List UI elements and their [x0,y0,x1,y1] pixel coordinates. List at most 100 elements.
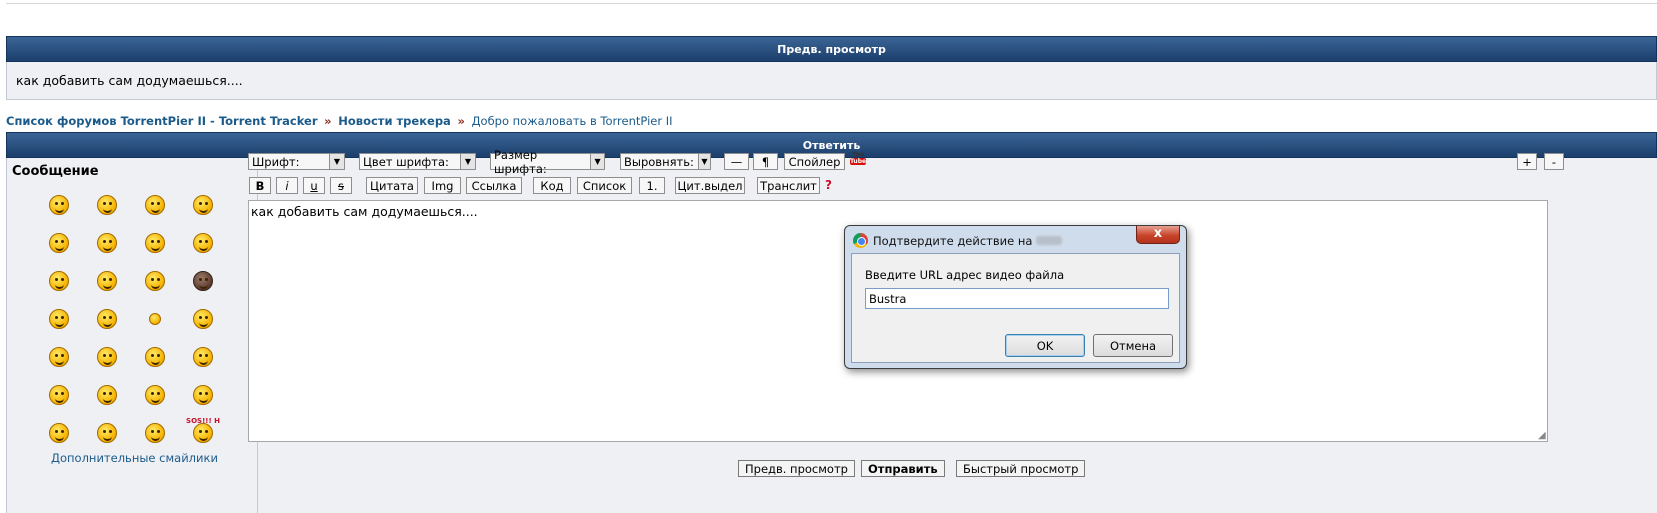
bold-button[interactable]: B [249,177,271,194]
align-select-label: Выровнять: [624,154,694,169]
smiley-icon[interactable] [35,346,83,368]
smiley-icon[interactable] [35,270,83,292]
resize-grip-icon[interactable]: ◢ [1538,430,1548,441]
smiley-face-icon [49,233,69,253]
smiley-icon[interactable] [83,308,131,330]
smiley-icon[interactable] [131,232,179,254]
smiley-face-icon [145,195,165,215]
smiley-face-icon [145,423,165,443]
smiley-face-icon [49,271,69,291]
breadcrumb-section-link[interactable]: Новости трекера [338,114,451,128]
translit-button[interactable]: Транслит [757,177,820,194]
help-icon[interactable]: ? [825,178,832,192]
smiley-icon[interactable] [179,194,227,216]
font-color-select[interactable]: Цвет шрифта: ▼ [359,153,476,170]
message-label: Сообщение [12,164,99,179]
youtube-icon-you: You [851,151,865,158]
smiley-icon[interactable] [35,384,83,406]
sos-sign-text: SOS!!! H [186,417,220,425]
breadcrumb-separator: » [324,114,332,128]
sign-smiley-icon[interactable] [35,422,83,444]
smiley-icon[interactable] [83,232,131,254]
smiley-face-icon [145,385,165,405]
quote-button[interactable]: Цитата [366,177,418,194]
shrink-editor-button[interactable]: - [1544,153,1564,170]
smiley-icon[interactable] [179,232,227,254]
smiley-face-icon [193,271,213,291]
chevron-down-icon: ▼ [697,154,710,169]
breadcrumb-separator: » [457,114,465,128]
smiley-icon[interactable] [83,194,131,216]
sos-smiley-icon[interactable]: SOS!!! H [179,417,227,444]
italic-button[interactable]: i [276,177,298,194]
chevron-down-icon: ▼ [329,154,344,169]
hr-button[interactable]: — [724,153,749,170]
smiley-face-icon [97,385,117,405]
chevron-down-icon: ▼ [590,154,604,169]
smiley-icon[interactable] [35,194,83,216]
strike-button[interactable]: s [330,177,352,194]
smiley-face-icon [145,347,165,367]
font-select-label: Шрифт: [252,154,300,169]
smiley-icon[interactable] [35,232,83,254]
close-button[interactable]: x [1136,226,1180,244]
preview-button[interactable]: Предв. просмотр [738,460,855,477]
spoiler-button[interactable]: Спойлер [784,153,845,170]
dialog-title-text: Подтвердите действие на [873,233,1033,248]
smiley-face-icon [97,309,117,329]
close-icon: x [1153,226,1163,241]
dialog-title: Подтвердите действие на [853,233,1063,248]
smiley-icon[interactable] [131,194,179,216]
smiley-icon[interactable] [83,384,131,406]
url-prompt-dialog: Подтвердите действие на x Введите URL ад… [844,225,1187,369]
more-smilies-link[interactable]: Дополнительные смайлики [51,451,218,465]
quote-selected-button[interactable]: Цит.выдел [675,177,745,194]
arrow-smiley-icon[interactable] [179,346,227,368]
smiley-icon[interactable] [131,270,179,292]
dialog-prompt: Введите URL адрес видео файла [865,268,1065,282]
preview-header: Предв. просмотр [6,36,1657,62]
youtube-icon[interactable]: You Tube [850,151,866,168]
dark-smiley-icon[interactable] [179,270,227,292]
video-url-input[interactable] [865,288,1169,309]
smiley-icon[interactable] [179,384,227,406]
underline-button[interactable]: u [303,177,325,194]
code-button[interactable]: Код [533,177,571,194]
list-item-button[interactable]: 1. [639,177,665,194]
img-button[interactable]: Img [424,177,461,194]
smiley-icon[interactable] [83,270,131,292]
breadcrumb-forum-list-link[interactable]: Список форумов TorrentPier II - Torrent … [6,114,318,128]
ok-button[interactable]: OK [1005,334,1085,357]
submit-button[interactable]: Отправить [861,460,945,477]
smilies-column: Сообщение SOS!!! H Дополнительные смайли… [7,158,258,513]
smiley-face-icon [97,347,117,367]
smiley-face-icon [193,423,213,443]
smiley-icon[interactable] [131,384,179,406]
font-select[interactable]: Шрифт: ▼ [248,153,345,170]
smiley-face-icon [49,195,69,215]
smiley-icon[interactable] [35,308,83,330]
align-select[interactable]: Выровнять: ▼ [620,153,711,170]
smiley-face-icon [97,233,117,253]
smiley-face-icon [193,385,213,405]
expand-editor-button[interactable]: + [1517,153,1537,170]
smiley-face-icon [97,195,117,215]
cancel-button[interactable]: Отмена [1093,334,1173,357]
list-button[interactable]: Список [577,177,632,194]
breadcrumb-topic-link[interactable]: Добро пожаловать в TorrentPier II [472,114,673,128]
small-smiley-icon[interactable] [131,308,179,330]
smiley-icon[interactable] [131,422,179,444]
quick-preview-button[interactable]: Быстрый просмотр [956,460,1086,477]
link-button[interactable]: Ссылка [466,177,522,194]
smiley-icon[interactable] [83,422,131,444]
font-size-select[interactable]: Размер шрифта: ▼ [490,148,605,176]
smiley-face-icon [193,309,213,329]
exclamation-smiley-icon[interactable] [131,346,179,368]
smiley-icon[interactable] [179,308,227,330]
youtube-icon-tube: Tube [850,158,867,165]
smiley-icon[interactable] [83,346,131,368]
pilcrow-button[interactable]: ¶ [753,153,778,170]
font-color-select-label: Цвет шрифта: [363,154,449,169]
smiley-face-icon [97,271,117,291]
smiley-face-icon [145,271,165,291]
